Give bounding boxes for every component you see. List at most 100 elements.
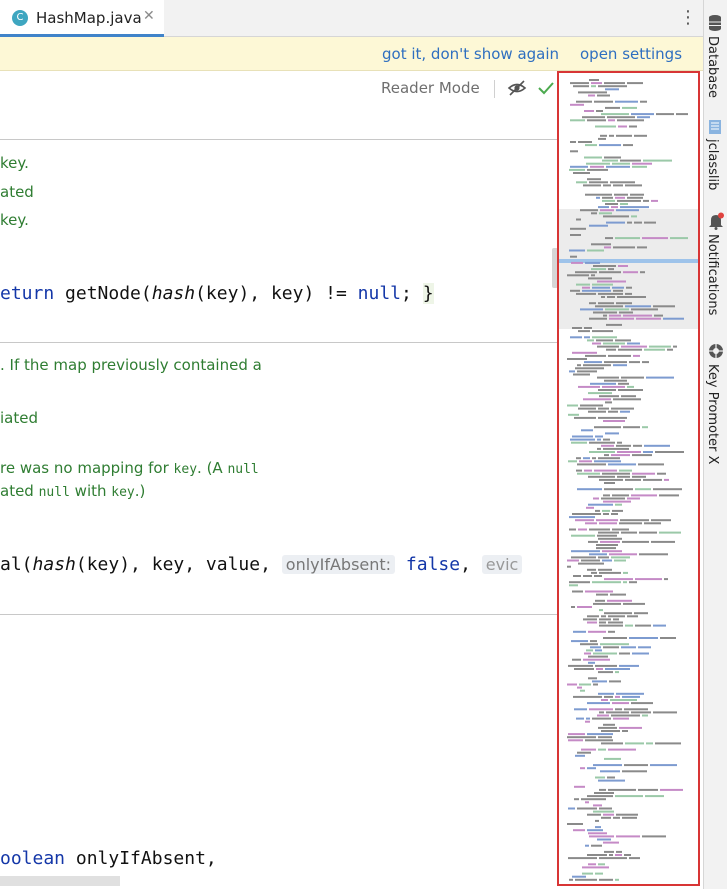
dismiss-link[interactable]: got it, don't show again [382, 45, 559, 63]
minimap-code-segment [617, 296, 646, 298]
minimap-code-segment [583, 658, 610, 661]
minimap-code-segment [580, 689, 585, 692]
minimap-code-segment [581, 798, 606, 801]
minimap-code-segment [617, 475, 630, 478]
tab-hashmap-java[interactable]: C HashMap.java ✕ [0, 0, 164, 37]
doc-separator [0, 614, 560, 615]
minimap-code-segment [576, 218, 581, 221]
minimap-code-segment [644, 221, 656, 224]
jclasslib-icon[interactable] [708, 119, 722, 135]
minimap-code-segment [600, 134, 607, 137]
sidebar-item-jclasslib[interactable]: jclasslib [705, 139, 720, 190]
minimap-code-segment [598, 292, 623, 295]
inspection-ok-icon[interactable] [537, 78, 555, 98]
horizontal-scrollbar[interactable] [0, 876, 120, 886]
minimap-code-segment [588, 540, 598, 543]
minimap-code-segment [578, 528, 587, 531]
minimap-code-segment [603, 513, 609, 515]
minimap-code-segment [627, 196, 643, 199]
minimap-code-segment [595, 664, 617, 667]
close-tab-icon[interactable]: ✕ [143, 8, 155, 24]
minimap-code-segment [588, 410, 606, 413]
minimap-code-segment [601, 497, 625, 500]
minimap-code-segment [568, 413, 579, 416]
minimap-code-segment [621, 376, 644, 379]
minimap-code-segment [592, 581, 621, 584]
minimap-lines [559, 79, 698, 881]
minimap-code-segment [602, 550, 622, 553]
minimap-code-segment [649, 345, 671, 348]
minimap-code-segment [588, 677, 597, 680]
more-options-icon[interactable]: ⋮ [679, 8, 697, 28]
hide-eye-icon[interactable] [507, 78, 527, 98]
open-settings-link[interactable]: open settings [580, 45, 682, 63]
database-icon[interactable] [708, 14, 722, 32]
minimap-code-segment [578, 330, 590, 333]
minimap-code-segment [595, 872, 603, 875]
minimap-code-segment [600, 643, 629, 646]
minimap-code-segment [615, 237, 640, 240]
minimap-code-segment [571, 556, 596, 559]
sidebar-item-notifications[interactable]: Notifications [705, 234, 720, 315]
minimap-code-segment [629, 637, 658, 639]
minimap-code-segment [601, 742, 623, 745]
reader-mode-label[interactable]: Reader Mode [381, 79, 480, 97]
minimap-code-segment [618, 265, 628, 267]
minimap-code-segment [635, 488, 651, 491]
notifications-bell-icon[interactable] [708, 212, 724, 230]
minimap-code-segment [596, 519, 618, 522]
minimap-code-segment [604, 578, 633, 581]
minimap-code-segment [631, 702, 653, 705]
minimap-code-segment [599, 621, 606, 624]
minimap-code-segment [585, 801, 589, 804]
minimap-code-segment [660, 637, 676, 639]
minimap-code-segment [634, 612, 648, 615]
minimap-code-segment [577, 751, 591, 754]
minimap-code-segment [610, 181, 635, 184]
minimap-code-segment [615, 854, 622, 856]
minimap-code-segment [606, 165, 630, 168]
minimap-code-segment [598, 389, 616, 391]
minimap-code-segment [584, 469, 592, 472]
minimap-code-segment [576, 100, 592, 103]
minimap-code-segment [587, 767, 596, 770]
minimap-code-segment [613, 717, 629, 720]
minimap-code-segment [587, 119, 606, 122]
minimap-code-segment [615, 695, 620, 698]
minimap-code-segment [604, 482, 615, 484]
minimap-code-segment [599, 271, 621, 274]
minimap-code-segment [598, 416, 627, 419]
minimap-code-segment [593, 652, 617, 655]
minimap-code-segment [569, 581, 590, 584]
minimap-code-segment [587, 339, 594, 342]
minimap-code-segment [602, 199, 615, 202]
minimap-code-segment [627, 82, 643, 85]
minimap-code-segment [603, 813, 614, 816]
minimap-code-segment [583, 618, 597, 621]
code-minimap[interactable] [557, 71, 700, 886]
minimap-code-segment [637, 246, 647, 249]
minimap-code-segment [653, 488, 682, 491]
minimap-code-segment [593, 602, 621, 605]
minimap-code-segment [569, 168, 585, 171]
minimap-code-segment [611, 206, 618, 209]
minimap-code-segment [573, 829, 585, 832]
minimap-code-segment [618, 389, 643, 391]
minimap-viewport[interactable] [559, 209, 698, 329]
minimap-code-segment [588, 661, 595, 664]
minimap-code-segment [581, 429, 593, 432]
key-promoter-icon[interactable] [708, 343, 724, 359]
minimap-code-segment [643, 159, 672, 162]
minimap-code-segment [603, 500, 631, 503]
minimap-code-segment [608, 630, 615, 633]
minimap-code-segment [618, 382, 629, 385]
minimap-code-segment [574, 416, 596, 419]
sidebar-item-key-promoter-x[interactable]: Key Promoter X [705, 364, 720, 464]
minimap-code-segment [632, 652, 649, 655]
minimap-code-segment [607, 116, 635, 119]
sidebar-item-database[interactable]: Database [705, 36, 720, 98]
minimap-code-segment [567, 404, 578, 407]
minimap-code-segment [613, 246, 635, 249]
minimap-code-segment [588, 392, 612, 395]
minimap-code-segment [640, 100, 647, 103]
